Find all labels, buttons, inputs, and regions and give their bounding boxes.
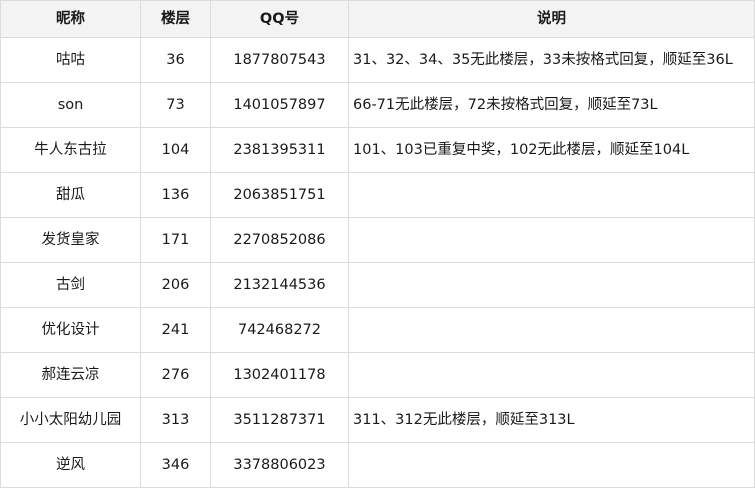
cell-note: 101、103已重复中奖，102无此楼层，顺延至104L	[348, 127, 755, 173]
cell-note: 31、32、34、35无此楼层，33未按格式回复，顺延至36L	[348, 37, 755, 83]
cell-nickname: 咕咕	[0, 37, 141, 83]
cell-floor: 206	[140, 262, 211, 308]
table-row: 咕咕 36 1877807543 31、32、34、35无此楼层，33未按格式回…	[0, 37, 755, 83]
table-row: 古剑 206 2132144536	[0, 262, 755, 308]
cell-floor: 104	[140, 127, 211, 173]
cell-floor: 241	[140, 307, 211, 353]
header-nickname: 昵称	[0, 0, 141, 38]
cell-qq: 742468272	[210, 307, 349, 353]
table-row: 发货皇家 171 2270852086	[0, 217, 755, 263]
table-row: 牛人东古拉 104 2381395311 101、103已重复中奖，102无此楼…	[0, 127, 755, 173]
cell-floor: 73	[140, 82, 211, 128]
cell-qq: 1401057897	[210, 82, 349, 128]
cell-qq: 1302401178	[210, 352, 349, 398]
cell-floor: 346	[140, 442, 211, 488]
table-row: 逆风 346 3378806023	[0, 442, 755, 488]
header-note: 说明	[348, 0, 755, 38]
cell-nickname: 古剑	[0, 262, 141, 308]
table-row: 优化设计 241 742468272	[0, 307, 755, 353]
cell-note	[348, 172, 755, 218]
table-row: son 73 1401057897 66-71无此楼层，72未按格式回复，顺延至…	[0, 82, 755, 128]
winners-table: 昵称 楼层 QQ号 说明 咕咕 36 1877807543 31、32、34、3…	[0, 0, 755, 488]
cell-note	[348, 352, 755, 398]
cell-nickname: 牛人东古拉	[0, 127, 141, 173]
cell-qq: 1877807543	[210, 37, 349, 83]
cell-floor: 36	[140, 37, 211, 83]
cell-floor: 276	[140, 352, 211, 398]
cell-note	[348, 307, 755, 353]
cell-nickname: 发货皇家	[0, 217, 141, 263]
table-row: 甜瓜 136 2063851751	[0, 172, 755, 218]
cell-floor: 171	[140, 217, 211, 263]
cell-nickname: son	[0, 82, 141, 128]
cell-qq: 2063851751	[210, 172, 349, 218]
cell-nickname: 逆风	[0, 442, 141, 488]
table-header-row: 昵称 楼层 QQ号 说明	[0, 0, 755, 38]
cell-note	[348, 442, 755, 488]
cell-note	[348, 262, 755, 308]
table-row: 郝连云凉 276 1302401178	[0, 352, 755, 398]
table-row: 小小太阳幼儿园 313 3511287371 311、312无此楼层，顺延至31…	[0, 397, 755, 443]
cell-note	[348, 217, 755, 263]
cell-floor: 313	[140, 397, 211, 443]
cell-note: 66-71无此楼层，72未按格式回复，顺延至73L	[348, 82, 755, 128]
cell-qq: 2132144536	[210, 262, 349, 308]
cell-nickname: 郝连云凉	[0, 352, 141, 398]
header-qq: QQ号	[210, 0, 349, 38]
cell-qq: 2270852086	[210, 217, 349, 263]
cell-nickname: 优化设计	[0, 307, 141, 353]
cell-nickname: 甜瓜	[0, 172, 141, 218]
cell-qq: 2381395311	[210, 127, 349, 173]
cell-qq: 3378806023	[210, 442, 349, 488]
cell-note: 311、312无此楼层，顺延至313L	[348, 397, 755, 443]
cell-qq: 3511287371	[210, 397, 349, 443]
cell-floor: 136	[140, 172, 211, 218]
cell-nickname: 小小太阳幼儿园	[0, 397, 141, 443]
header-floor: 楼层	[140, 0, 211, 38]
